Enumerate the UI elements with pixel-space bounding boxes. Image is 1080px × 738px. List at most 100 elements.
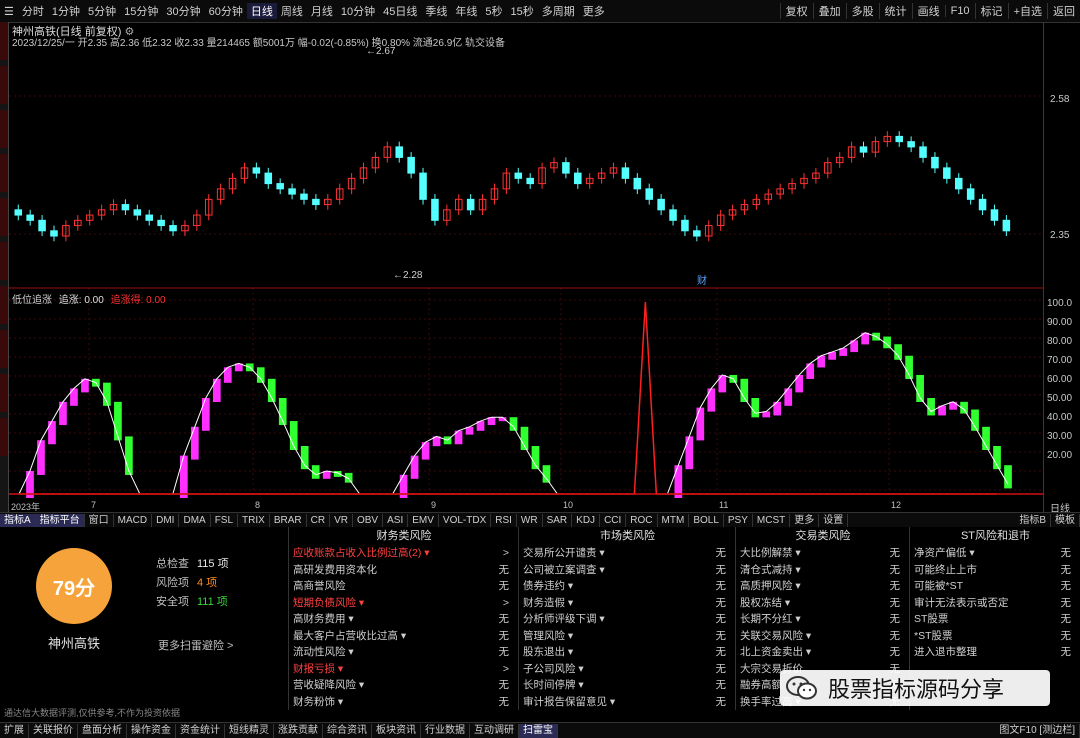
toolbar-action-button[interactable]: 画线 <box>911 3 945 19</box>
bottom-tab[interactable]: 关联报价 <box>29 723 78 738</box>
side-tab[interactable] <box>0 198 8 236</box>
risk-row[interactable]: 管理风险 ▾ 无 <box>519 628 736 645</box>
risk-row[interactable]: 可能终止上市 无 <box>910 562 1080 579</box>
toolbar-action-button[interactable]: 统计 <box>878 3 912 19</box>
risk-row[interactable]: 清仓式减持 ▾ 无 <box>736 562 910 579</box>
period-tab[interactable]: 周线 <box>277 3 307 19</box>
risk-row[interactable]: 进入退市整理 无 <box>910 644 1080 661</box>
bottom-tab[interactable]: 行业数据 <box>421 723 470 738</box>
indicator-tab[interactable]: 设置 <box>819 513 849 527</box>
risk-row[interactable]: 可能被*ST 无 <box>910 578 1080 595</box>
indicator-tab[interactable]: 模板 <box>1051 513 1080 527</box>
menu-icon[interactable]: ☰ <box>0 5 18 18</box>
indicator-tab[interactable]: DMI <box>152 513 180 527</box>
bottom-tab[interactable]: 短线精灵 <box>225 723 274 738</box>
risk-row[interactable]: 长时间停牌 ▾ 无 <box>519 677 736 694</box>
risk-row[interactable]: 审计无法表示或否定 无 <box>910 595 1080 612</box>
indicator-tab[interactable]: ROC <box>626 513 658 527</box>
toolbar-action-button[interactable]: F10 <box>944 5 975 17</box>
side-tab[interactable] <box>0 286 8 324</box>
indicator-tab[interactable]: MACD <box>114 513 153 527</box>
toolbar-action-button[interactable]: 叠加 <box>812 3 846 19</box>
side-tab[interactable] <box>0 22 8 60</box>
period-tab[interactable]: 15秒 <box>507 3 538 19</box>
indicator-tab[interactable]: MTM <box>658 513 690 527</box>
risk-row[interactable]: 北上资金卖出 ▾ 无 <box>736 644 910 661</box>
period-tab[interactable]: 分时 <box>18 3 48 19</box>
bottom-tab[interactable]: 综合资讯 <box>323 723 372 738</box>
toolbar-action-button[interactable]: 返回 <box>1047 3 1080 19</box>
indicator-tab[interactable]: 更多 <box>790 513 820 527</box>
period-tab[interactable]: 5秒 <box>481 3 506 19</box>
bottom-tab[interactable]: 资金统计 <box>176 723 225 738</box>
period-tab[interactable]: 多周期 <box>538 3 579 19</box>
bottom-tab[interactable]: 操作资金 <box>127 723 176 738</box>
risk-row[interactable]: *ST股票 无 <box>910 628 1080 645</box>
risk-row[interactable]: 流动性风险 ▾ 无 <box>289 644 519 661</box>
period-tab[interactable]: 1分钟 <box>48 3 84 19</box>
risk-row[interactable]: 关联交易风险 ▾ 无 <box>736 628 910 645</box>
risk-row[interactable]: 分析师评级下调 ▾ 无 <box>519 611 736 628</box>
indicator-tab[interactable]: TRIX <box>238 513 270 527</box>
indicator-tab[interactable]: FSL <box>211 513 239 527</box>
toolbar-action-button[interactable]: 标记 <box>974 3 1008 19</box>
bottom-tab[interactable]: 盘面分析 <box>78 723 127 738</box>
side-tab[interactable] <box>0 154 8 192</box>
indicator-tab[interactable]: VOL-TDX <box>439 513 492 527</box>
risk-row[interactable]: ST股票 无 <box>910 611 1080 628</box>
bottom-tab[interactable]: 扫雷宝 <box>519 723 558 738</box>
risk-row[interactable]: 净资产偏低 ▾ 无 <box>910 545 1080 562</box>
risk-row[interactable]: 高商誉风险 无 <box>289 578 519 595</box>
chart-canvas[interactable]: ←2.67←2.28财 <box>9 22 1043 512</box>
indicator-tab[interactable]: DMA <box>179 513 211 527</box>
indicator-tab[interactable]: KDJ <box>572 513 601 527</box>
toolbar-action-button[interactable]: +自选 <box>1007 3 1047 19</box>
period-tab[interactable]: 15分钟 <box>120 3 162 19</box>
f10-sidebar-toggle[interactable]: 图文F10 [测边栏] <box>995 723 1080 738</box>
indicator-tab[interactable]: WR <box>517 513 543 527</box>
bottom-tab[interactable]: 涨跌贡献 <box>274 723 323 738</box>
indicator-tab[interactable]: BOLL <box>689 513 724 527</box>
risk-row[interactable]: 股权冻结 ▾ 无 <box>736 595 910 612</box>
period-tab[interactable]: 更多 <box>579 3 609 19</box>
risk-row[interactable]: 公司被立案调查 ▾ 无 <box>519 562 736 579</box>
indicator-tab[interactable]: OBV <box>353 513 384 527</box>
risk-row[interactable]: 大比例解禁 ▾ 无 <box>736 545 910 562</box>
bottom-tab[interactable]: 板块资讯 <box>372 723 421 738</box>
risk-row[interactable]: 交易所公开谴责 ▾ 无 <box>519 545 736 562</box>
period-tab[interactable]: 5分钟 <box>84 3 120 19</box>
side-tab[interactable] <box>0 66 8 104</box>
risk-row[interactable]: 债券违约 ▾ 无 <box>519 578 736 595</box>
indicator-tab[interactable]: 指标平台 <box>35 513 85 527</box>
toolbar-action-button[interactable]: 多股 <box>845 3 879 19</box>
indicator-tab[interactable]: CCI <box>600 513 627 527</box>
period-tab[interactable]: 季线 <box>421 3 451 19</box>
indicator-tab[interactable]: EMV <box>408 513 439 527</box>
indicator-tab[interactable]: CR <box>307 513 331 527</box>
risk-row[interactable]: 财报亏损 ▾ > <box>289 661 519 678</box>
bottom-tab[interactable]: 扩展 <box>0 723 29 738</box>
indicator-tab[interactable]: 指标A <box>0 513 36 527</box>
more-scan-link[interactable]: 更多扫雷避险 > <box>158 637 233 653</box>
indicator-tab[interactable]: 窗口 <box>85 513 114 527</box>
period-tab[interactable]: 月线 <box>307 3 337 19</box>
risk-row[interactable]: 高财务费用 ▾ 无 <box>289 611 519 628</box>
risk-row[interactable]: 子公司风险 ▾ 无 <box>519 661 736 678</box>
period-tab[interactable]: 10分钟 <box>337 3 379 19</box>
period-tab[interactable]: 60分钟 <box>205 3 247 19</box>
risk-row[interactable]: 营收疑降风险 ▾ 无 <box>289 677 519 694</box>
bottom-tab[interactable]: 互动调研 <box>470 723 519 738</box>
side-tab[interactable] <box>0 330 8 368</box>
indicator-tab[interactable]: RSI <box>491 513 517 527</box>
risk-row[interactable]: 高质押风险 ▾ 无 <box>736 578 910 595</box>
risk-row[interactable]: 审计报告保留意见 ▾ 无 <box>519 694 736 711</box>
side-tab[interactable] <box>0 374 8 412</box>
toolbar-action-button[interactable]: 复权 <box>779 3 813 19</box>
indicator-tab[interactable]: ASI <box>383 513 409 527</box>
indicator-tab[interactable]: 指标B <box>1015 513 1051 527</box>
indicator-tab[interactable]: PSY <box>724 513 753 527</box>
period-tab[interactable]: 30分钟 <box>162 3 204 19</box>
side-tab[interactable] <box>0 242 8 280</box>
risk-row[interactable]: 最大客户占营收比过高 ▾ 无 <box>289 628 519 645</box>
risk-row[interactable]: 财务造假 ▾ 无 <box>519 595 736 612</box>
